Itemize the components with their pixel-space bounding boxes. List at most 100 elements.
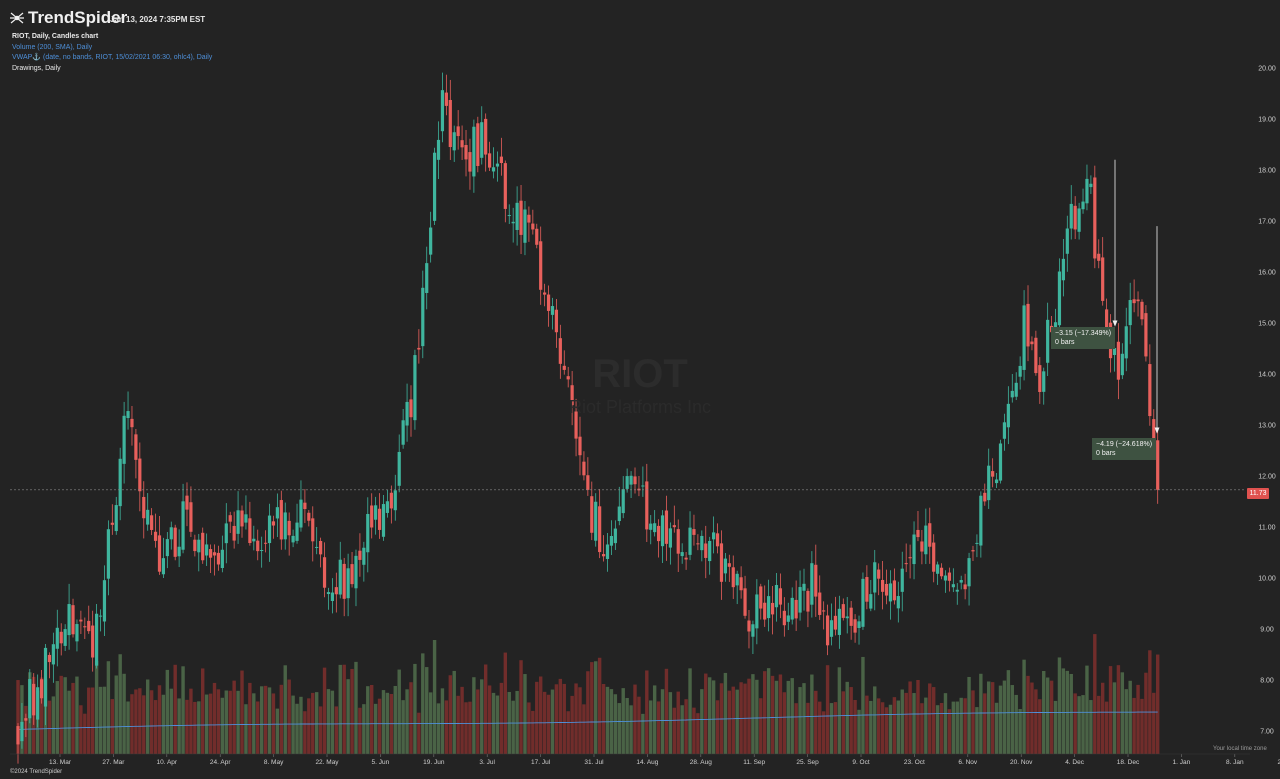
volume-bar: [1144, 672, 1148, 754]
volume-bar: [578, 687, 582, 754]
volume-bar: [244, 704, 248, 754]
candle-body: [319, 540, 323, 555]
volume-bar: [1100, 682, 1105, 754]
volume-bar: [735, 689, 739, 754]
candle-body: [177, 546, 181, 557]
volume-bar: [460, 686, 464, 754]
volume-bar: [971, 690, 975, 754]
candle-body: [967, 558, 971, 587]
volume-bar: [990, 682, 995, 754]
volume-bar: [865, 695, 869, 754]
indicator-volume[interactable]: Volume (200, SMA), Daily: [12, 43, 212, 54]
candle-body: [692, 529, 696, 535]
volume-bar: [641, 713, 645, 754]
volume-bar: [873, 686, 877, 754]
candle-body: [1105, 309, 1109, 329]
y-tick-label: 8.00: [1260, 678, 1274, 685]
volume-bar: [362, 704, 366, 754]
indicator-vwap[interactable]: VWAP⚓ (date, no bands, RIOT, 15/02/2021 …: [12, 53, 212, 64]
x-tick-label: 20. Nov: [1010, 759, 1033, 766]
volume-bar: [1061, 668, 1066, 754]
candle-body: [507, 215, 511, 217]
candle-body: [979, 495, 983, 546]
volume-bar: [947, 709, 952, 754]
volume-bar: [613, 694, 618, 754]
drawdown-annotation-2[interactable]: −4.19 (−24.618%) 0 bars: [1092, 438, 1157, 460]
candle-body: [189, 502, 193, 532]
volume-bar: [1093, 634, 1097, 754]
timestamp: Jan 13, 2024 7:35PM EST: [110, 15, 206, 24]
volume-bar: [975, 707, 979, 754]
volume-bar: [232, 680, 236, 754]
volume-bar: [75, 676, 79, 754]
candle-body: [1065, 228, 1069, 254]
volume-bar: [59, 675, 63, 754]
candle-body: [275, 507, 279, 519]
candle-body: [668, 528, 672, 548]
candle-body: [429, 227, 433, 255]
volume-bar: [240, 670, 244, 754]
candle-body: [134, 434, 138, 460]
candle-body: [884, 583, 889, 596]
volume-bar: [425, 667, 429, 754]
volume-bar: [652, 685, 657, 754]
candle-body: [436, 139, 441, 160]
volume-bar: [236, 690, 240, 754]
annotation-1-bars: 0 bars: [1055, 339, 1075, 346]
volume-bar: [1128, 680, 1132, 754]
volume-bar: [134, 689, 138, 754]
candle-body: [869, 594, 873, 609]
candle-body: [763, 602, 767, 620]
indicator-drawings[interactable]: Drawings, Daily: [12, 64, 212, 75]
y-tick-label: 15.00: [1258, 321, 1276, 328]
candle-body: [613, 528, 617, 544]
candle-body: [283, 512, 287, 540]
volume-bar: [629, 705, 633, 754]
candle-body: [1022, 305, 1026, 370]
candle-body: [696, 543, 700, 545]
volume-bar: [79, 705, 83, 754]
volume-bar: [122, 673, 126, 754]
candle-body: [924, 525, 928, 555]
volume-bar: [405, 689, 409, 754]
drawdown-annotation-1[interactable]: −3.15 (−17.349%) 0 bars: [1051, 327, 1116, 349]
chart-title[interactable]: RIOT, Daily, Candles chart: [12, 32, 212, 43]
volume-bar: [766, 668, 771, 754]
volume-bar: [126, 701, 130, 754]
candle-body: [1081, 201, 1085, 210]
volume-bar: [1022, 659, 1026, 754]
candle-body: [63, 629, 67, 646]
volume-bar: [582, 704, 586, 754]
volume-bar: [594, 661, 598, 754]
volume-bar: [417, 712, 421, 754]
volume-bar: [527, 702, 531, 754]
volume-bar: [924, 697, 928, 754]
candle-body: [806, 590, 810, 612]
volume-bar: [495, 695, 500, 754]
candle-body: [676, 529, 680, 554]
candle-body: [582, 461, 586, 476]
candle-body: [405, 401, 409, 426]
candle-body: [932, 542, 936, 572]
volume-bar: [185, 699, 189, 754]
volume-bar: [825, 665, 830, 754]
volume-bar: [1097, 695, 1101, 754]
volume-bar: [998, 685, 1003, 754]
volume-bar: [1057, 657, 1062, 754]
candle-body: [409, 399, 413, 418]
volume-bar: [67, 690, 71, 754]
candle-body: [786, 615, 790, 622]
volume-bar: [397, 669, 401, 754]
candle-body: [959, 580, 963, 583]
candle-body: [208, 549, 213, 558]
volume-bar: [590, 662, 594, 754]
timezone-label[interactable]: Your local time zone: [1213, 746, 1267, 752]
candle-body: [36, 687, 40, 720]
volume-bar: [377, 698, 382, 754]
volume-bar: [837, 667, 842, 754]
candle-body: [892, 580, 896, 601]
candle-body: [629, 475, 633, 485]
candle-body: [873, 562, 877, 593]
candle-body: [947, 572, 952, 581]
volume-bar: [197, 701, 201, 754]
